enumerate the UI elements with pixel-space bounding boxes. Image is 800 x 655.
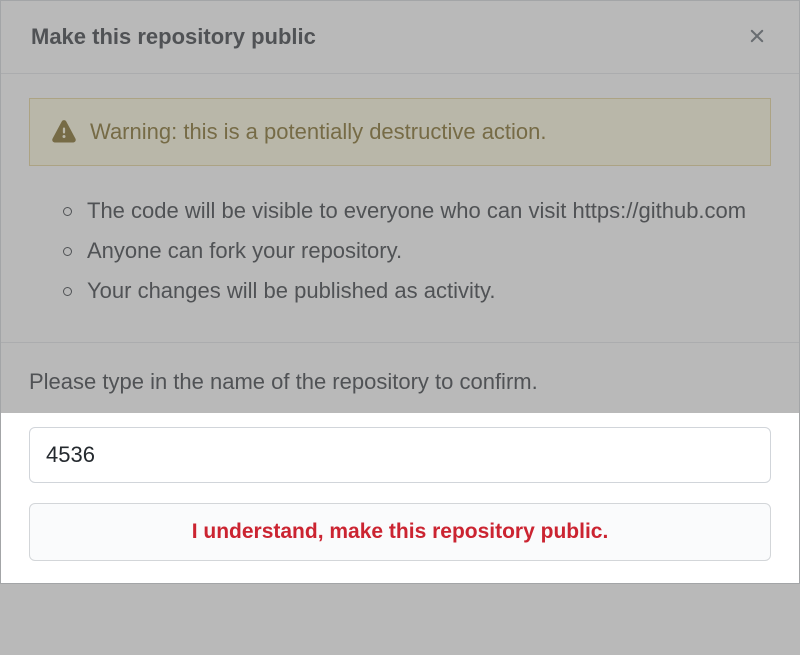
repository-name-input[interactable] (29, 427, 771, 483)
close-icon (746, 25, 768, 50)
warning-banner: Warning: this is a potentially destructi… (29, 98, 771, 166)
dialog-title: Make this repository public (31, 24, 316, 50)
list-item: Your changes will be published as activi… (63, 274, 759, 308)
warning-icon (52, 120, 76, 144)
highlighted-input-zone: I understand, make this repository publi… (1, 413, 799, 583)
list-item: Anyone can fork your repository. (63, 234, 759, 268)
dialog-header: Make this repository public (1, 1, 799, 74)
list-item: The code will be visible to everyone who… (63, 194, 759, 228)
make-public-dialog: Make this repository public Warning: thi… (0, 0, 800, 584)
close-button[interactable] (743, 23, 771, 51)
consequences-list: The code will be visible to everyone who… (1, 166, 799, 343)
confirm-prompt: Please type in the name of the repositor… (29, 369, 771, 395)
warning-text: Warning: this is a potentially destructi… (90, 119, 547, 145)
confirm-make-public-button[interactable]: I understand, make this repository publi… (29, 503, 771, 561)
confirm-section: Please type in the name of the repositor… (1, 343, 799, 583)
